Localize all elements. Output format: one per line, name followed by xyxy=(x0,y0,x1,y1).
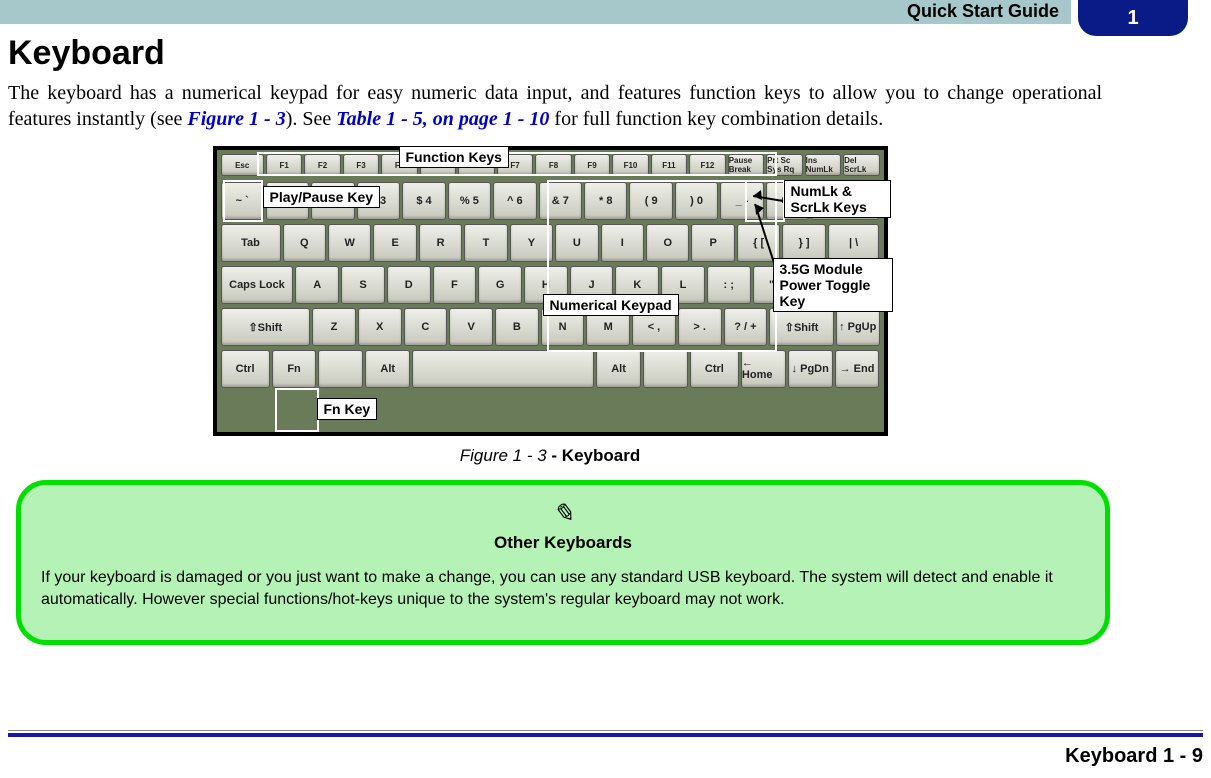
intro-text-3: for full function key combination detail… xyxy=(549,108,883,130)
header-bar: Quick Start Guide xyxy=(0,0,1071,24)
numlk-scrlk-label: NumLk & ScrLk Keys xyxy=(784,180,891,218)
right-key: → End xyxy=(835,350,880,388)
figure-caption-title: - Keyboard xyxy=(547,446,641,465)
key: ^ 6 xyxy=(493,182,536,220)
chapter-tab: 1 xyxy=(1078,0,1188,36)
guide-title: Quick Start Guide xyxy=(907,1,1059,22)
numpad-highlight xyxy=(547,180,777,352)
note-callout: ✎ Other Keyboards If your keyboard is da… xyxy=(16,480,1110,645)
key: S xyxy=(341,266,385,304)
function-keys-label: Function Keys xyxy=(399,146,509,168)
callout-title: Other Keyboards xyxy=(41,533,1085,553)
key: Z xyxy=(312,308,356,346)
key: T xyxy=(464,224,507,262)
key: A xyxy=(295,266,339,304)
rctrl-key: Ctrl xyxy=(690,350,739,388)
key: D xyxy=(387,266,431,304)
section-title: Keyboard xyxy=(8,34,1092,73)
figure-caption-label: Figure 1 - 3 xyxy=(460,446,547,465)
space-key xyxy=(412,350,594,388)
capslock-key: Caps Lock xyxy=(221,266,294,304)
ins-numlk-key: Ins NumLk xyxy=(805,154,841,176)
module-toggle-label: 3.5G Module Power Toggle Key xyxy=(773,258,893,312)
rshift-key: ⇧Shift xyxy=(769,308,834,346)
key: $ 4 xyxy=(402,182,445,220)
tilde-highlight xyxy=(223,180,263,222)
key: | \ xyxy=(828,224,880,262)
key: Q xyxy=(283,224,326,262)
key: E xyxy=(373,224,416,262)
key: X xyxy=(358,308,402,346)
footer-page-label: Keyboard 1 - 9 xyxy=(1065,745,1203,768)
callout-body: If your keyboard is damaged or you just … xyxy=(41,567,1085,610)
win-key xyxy=(318,350,363,388)
numlk-highlight xyxy=(745,180,785,222)
play-pause-label: Play/Pause Key xyxy=(263,186,381,208)
keyboard-figure: Esc F1 F2 F3 F4 F5 F6 F7 F8 F9 F10 F11 F… xyxy=(213,146,888,436)
del-scrlk-key: Del ScrLk xyxy=(843,154,879,176)
function-keys-highlight xyxy=(257,152,777,176)
key: F xyxy=(433,266,477,304)
table-reference[interactable]: Table 1 - 5, on page 1 - 10 xyxy=(336,108,549,130)
intro-paragraph: The keyboard has a numerical keypad for … xyxy=(8,81,1102,132)
lalt-key: Alt xyxy=(365,350,410,388)
key: V xyxy=(449,308,493,346)
key: B xyxy=(495,308,539,346)
fn-key-label: Fn Key xyxy=(317,398,378,420)
lshift-key: ⇧Shift xyxy=(221,308,311,346)
footer-rule xyxy=(8,730,1203,736)
figure-caption: Figure 1 - 3 - Keyboard xyxy=(8,446,1092,466)
content-area: Keyboard The keyboard has a numerical ke… xyxy=(0,24,1100,645)
down-key: ↓ PgDn xyxy=(788,350,833,388)
key: C xyxy=(404,308,448,346)
key: % 5 xyxy=(448,182,491,220)
fn-highlight xyxy=(275,388,319,432)
pen-icon: ✎ xyxy=(41,499,1085,529)
left-key: ← Home xyxy=(741,350,786,388)
key: W xyxy=(328,224,371,262)
intro-text-2: ). See xyxy=(286,108,337,130)
ralt-key: Alt xyxy=(596,350,641,388)
bottom-row: Ctrl Fn Alt Alt Ctrl ← Home ↓ PgDn → End xyxy=(221,350,880,388)
up-key: ↑ PgUp xyxy=(836,308,880,346)
lctrl-key: Ctrl xyxy=(221,350,270,388)
key: G xyxy=(478,266,522,304)
fn-key: Fn xyxy=(272,350,317,388)
key: } ] xyxy=(782,224,825,262)
figure-reference[interactable]: Figure 1 - 3 xyxy=(187,108,285,130)
tab-key: Tab xyxy=(221,224,281,262)
num-keypad-label: Numerical Keypad xyxy=(543,294,679,316)
menu-key xyxy=(643,350,688,388)
key: R xyxy=(419,224,462,262)
